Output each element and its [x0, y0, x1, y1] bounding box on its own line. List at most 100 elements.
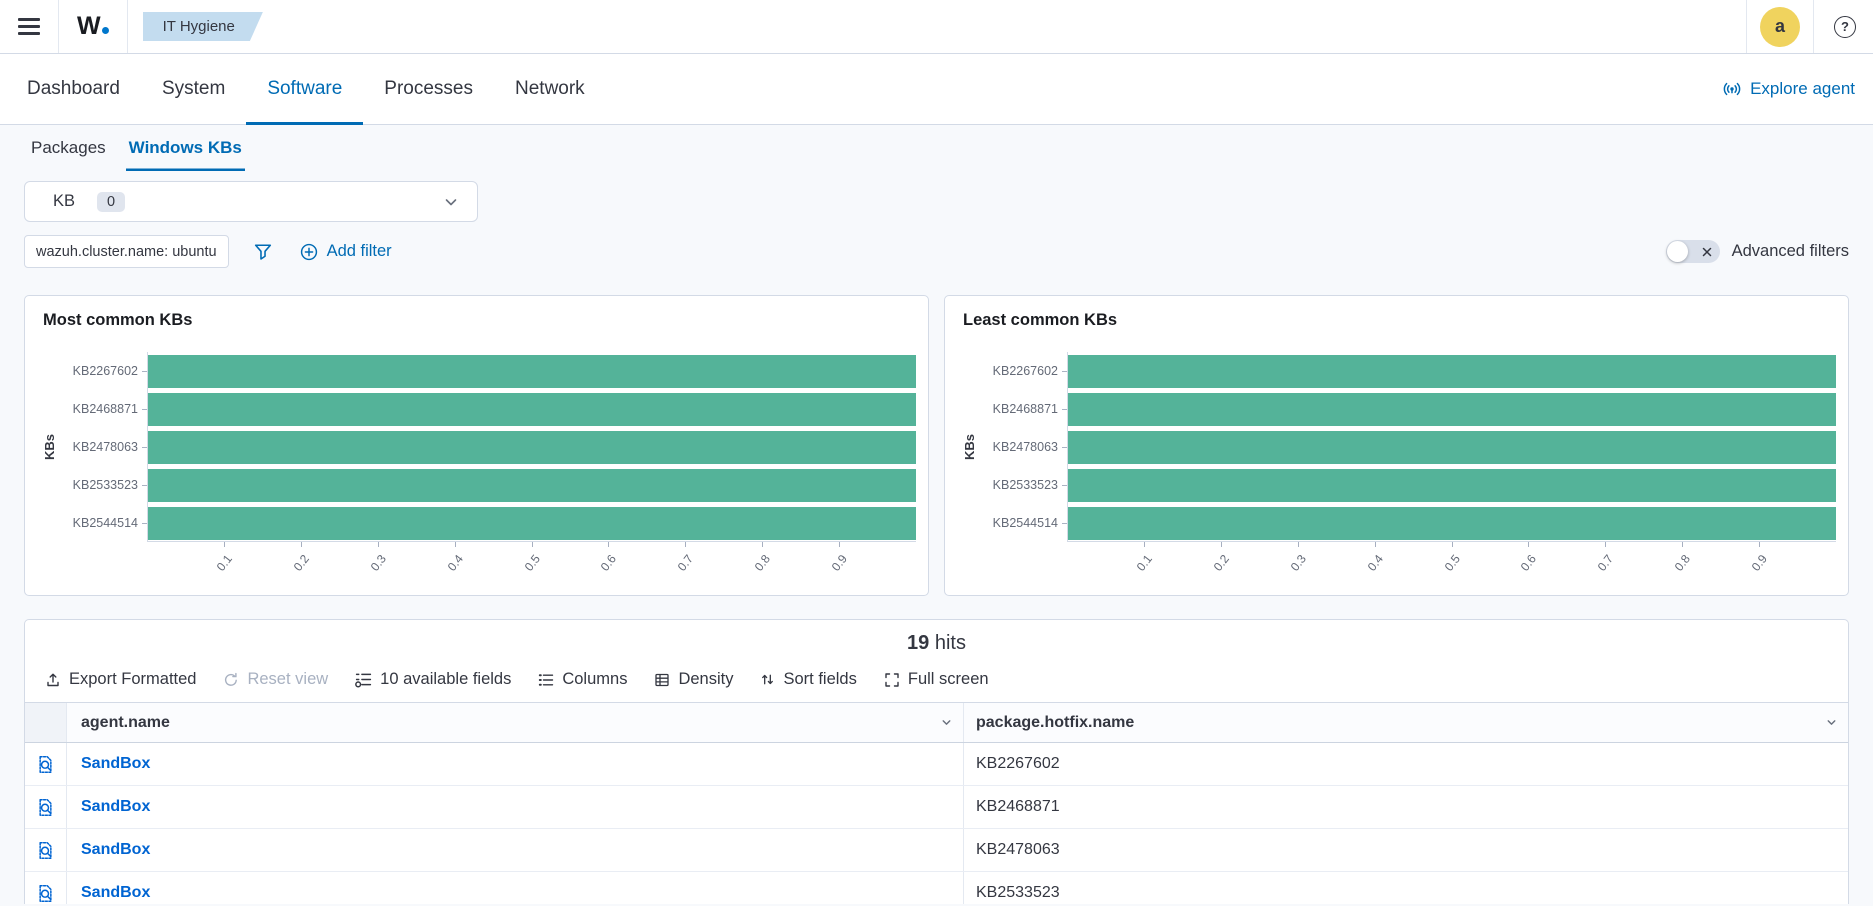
category-label: KB2267602: [981, 352, 1067, 390]
inspect-document-button[interactable]: [25, 786, 67, 828]
top-header: W IT Hygiene a: [0, 0, 1873, 54]
bar[interactable]: [148, 507, 916, 540]
filter-pill[interactable]: wazuh.cluster.name: ubuntu: [24, 235, 229, 268]
hits-label: hits: [935, 632, 966, 654]
category-label: KB2544514: [61, 504, 147, 542]
tab-software[interactable]: Software: [246, 54, 363, 124]
x-axis: 0.10.20.30.40.50.60.70.80.9: [147, 542, 916, 604]
add-filter-button[interactable]: Add filter: [300, 242, 392, 261]
bar[interactable]: [1068, 355, 1836, 388]
available-fields-button[interactable]: 10 available fields: [355, 670, 511, 689]
bar[interactable]: [1068, 469, 1836, 502]
breadcrumb-it-hygiene[interactable]: IT Hygiene: [143, 12, 263, 41]
inspect-document-icon: [36, 798, 55, 817]
logo-dot: [102, 27, 109, 34]
table-row: SandBox KB2478063: [25, 829, 1848, 872]
avatar[interactable]: a: [1760, 7, 1800, 47]
package-hotfix-cell[interactable]: KB2533523: [964, 872, 1848, 904]
agent-link[interactable]: SandBox: [81, 798, 150, 816]
divider: [1813, 0, 1814, 53]
inspect-document-button[interactable]: [25, 872, 67, 904]
full-screen-button[interactable]: Full screen: [884, 670, 989, 689]
category-label: KB2544514: [981, 504, 1067, 542]
bar[interactable]: [148, 469, 916, 502]
sort-fields-label: Sort fields: [783, 670, 856, 689]
inspect-document-icon: [36, 841, 55, 860]
inspect-document-button[interactable]: [25, 743, 67, 785]
agent-name-cell[interactable]: SandBox: [67, 829, 964, 871]
toggle-knob: [1667, 241, 1688, 262]
bar[interactable]: [1068, 431, 1836, 464]
explore-agent-button[interactable]: Explore agent: [1722, 79, 1855, 99]
header-agent-name[interactable]: agent.name: [67, 703, 964, 742]
inspect-document-button[interactable]: [25, 829, 67, 871]
x-tick-label: 0.1: [214, 552, 235, 574]
broadcast-icon: [1722, 79, 1742, 99]
x-tick: [1452, 542, 1453, 547]
agent-name-cell[interactable]: SandBox: [67, 743, 964, 785]
hits-number: 19: [907, 632, 929, 654]
x-tick-label: 0.3: [367, 552, 388, 574]
advanced-filters-label: Advanced filters: [1732, 242, 1849, 261]
package-hotfix-cell[interactable]: KB2478063: [964, 829, 1848, 871]
agent-link[interactable]: SandBox: [81, 841, 150, 859]
tab-system[interactable]: System: [141, 54, 246, 124]
bar[interactable]: [148, 393, 916, 426]
kb-select[interactable]: KB 0: [24, 181, 478, 222]
table-row: SandBox KB2468871: [25, 786, 1848, 829]
app-logo[interactable]: W: [59, 12, 127, 41]
bar[interactable]: [1068, 393, 1836, 426]
advanced-filters-toggle[interactable]: [1666, 240, 1720, 263]
help-icon[interactable]: [1834, 16, 1856, 38]
module-tabs: Dashboard System Software Processes Netw…: [0, 54, 1873, 125]
hits-count: 19 hits: [25, 620, 1848, 655]
category-label: KB2478063: [981, 428, 1067, 466]
x-tick: [455, 542, 456, 547]
y-axis-title: KBs: [962, 434, 977, 460]
filter-funnel-button[interactable]: [254, 243, 272, 261]
x-tick-label: 0.8: [752, 552, 773, 574]
bar[interactable]: [1068, 507, 1836, 540]
x-tick-label: 0.5: [1441, 552, 1462, 574]
agent-link[interactable]: SandBox: [81, 755, 150, 773]
menu-button[interactable]: [0, 0, 58, 53]
results-panel: 19 hits Export Formatted Reset view 10 a…: [24, 619, 1849, 904]
x-tick: [1759, 542, 1760, 547]
hotfix-value: KB2533523: [976, 884, 1060, 902]
toggle-off-x-icon: [1702, 247, 1712, 257]
software-subtabs: Packages Windows KBs: [0, 125, 1873, 171]
category-label: KB2468871: [981, 390, 1067, 428]
agent-name-cell[interactable]: SandBox: [67, 786, 964, 828]
bar[interactable]: [148, 355, 916, 388]
subtab-windows-kbs[interactable]: Windows KBs: [126, 125, 245, 171]
y-axis-labels: KB2267602KB2468871KB2478063KB2533523KB25…: [981, 352, 1067, 604]
chart-most-common-kbs: Most common KBs KBs KB2267602KB2468871KB…: [24, 295, 929, 596]
agent-name-column-label: agent.name: [81, 714, 170, 732]
subtab-packages[interactable]: Packages: [28, 125, 109, 171]
export-icon: [45, 672, 61, 688]
export-formatted-label: Export Formatted: [69, 670, 196, 689]
bar[interactable]: [148, 431, 916, 464]
available-fields-label: 10 available fields: [380, 670, 511, 689]
funnel-icon: [254, 243, 272, 261]
header-package-hotfix-name[interactable]: package.hotfix.name: [964, 703, 1848, 742]
filter-bar: wazuh.cluster.name: ubuntu Add filter Ad…: [24, 235, 1849, 268]
agent-name-cell[interactable]: SandBox: [67, 872, 964, 904]
tab-dashboard[interactable]: Dashboard: [6, 54, 141, 124]
tab-network[interactable]: Network: [494, 54, 606, 124]
chevron-down-icon: [940, 716, 953, 729]
package-hotfix-cell[interactable]: KB2468871: [964, 786, 1848, 828]
plot-area: [147, 352, 916, 542]
columns-button[interactable]: Columns: [538, 670, 627, 689]
x-tick-label: 0.9: [829, 552, 850, 574]
agent-link[interactable]: SandBox: [81, 884, 150, 902]
charts-row: Most common KBs KBs KB2267602KB2468871KB…: [24, 295, 1849, 596]
export-formatted-button[interactable]: Export Formatted: [45, 670, 196, 689]
tab-processes[interactable]: Processes: [363, 54, 494, 124]
hotfix-value: KB2478063: [976, 841, 1060, 859]
sort-fields-button[interactable]: Sort fields: [760, 670, 856, 689]
columns-list-icon: [538, 672, 554, 688]
density-button[interactable]: Density: [654, 670, 733, 689]
x-tick: [301, 542, 302, 547]
package-hotfix-cell[interactable]: KB2267602: [964, 743, 1848, 785]
